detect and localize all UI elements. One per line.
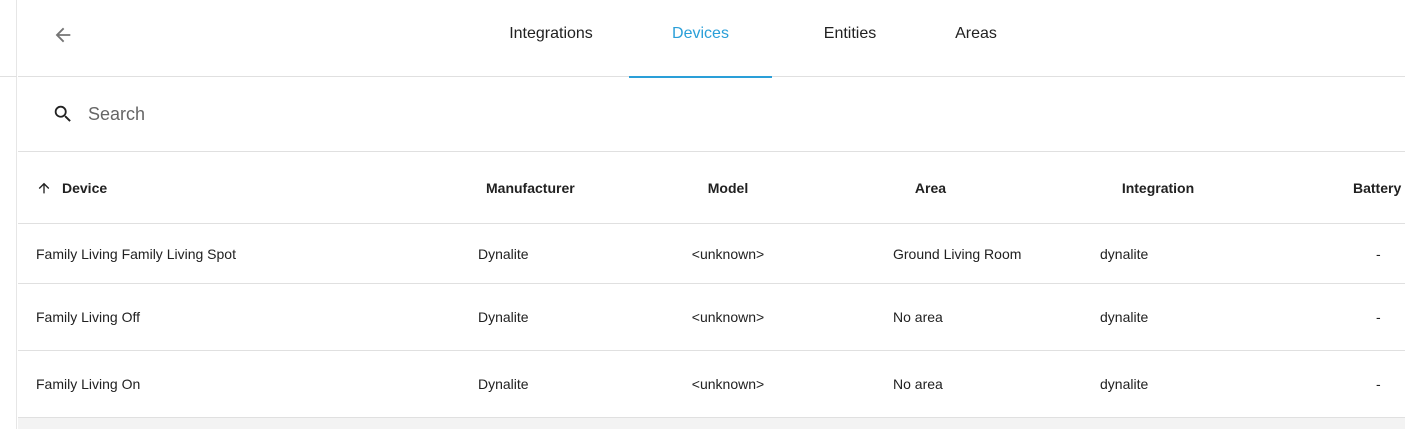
column-header-integration[interactable]: Integration: [1103, 152, 1213, 223]
column-header-label: Device: [62, 179, 108, 196]
arrow-up-icon: [38, 182, 50, 193]
column-header-model[interactable]: Model: [658, 152, 798, 223]
tabs-toolbar: Integrations Devices Entities Areas: [18, 0, 1405, 78]
area-cell: No area: [893, 376, 943, 392]
area-cell: Ground Living Room: [893, 245, 1022, 262]
tab-entities[interactable]: Entities: [780, 0, 920, 77]
integration-cell: dynalite: [1100, 376, 1149, 392]
arrow-left-icon: [55, 27, 71, 43]
main-content: Integrations Devices Entities Areas Sear…: [18, 0, 1405, 429]
device-name-cell: Family Living Off: [36, 309, 140, 325]
tab-areas[interactable]: Areas: [911, 0, 1041, 77]
column-header-manufacturer[interactable]: Manufacturer: [486, 152, 575, 223]
search-icon: [54, 105, 71, 122]
tab-devices[interactable]: Devices: [629, 0, 772, 78]
search-input[interactable]: [88, 101, 688, 127]
table-row[interactable]: Family Living Off Dynalite <unknown> No …: [18, 284, 1405, 351]
table-header-row: Device Manufacturer Model Area Integrati…: [18, 152, 1405, 224]
tab-integrations[interactable]: Integrations: [476, 0, 626, 77]
devices-page: Integrations Devices Entities Areas Sear…: [0, 0, 1405, 429]
battery-cell: -: [1376, 309, 1381, 325]
column-header-area[interactable]: Area: [858, 152, 1003, 223]
column-header-label: Model: [707, 179, 749, 196]
tab-label: Entities: [823, 25, 877, 42]
column-header-label: Area: [914, 179, 947, 196]
tab-label: Areas: [955, 25, 997, 42]
tab-label: Integrations: [509, 25, 593, 42]
model-cell: <unknown>: [691, 245, 765, 262]
model-cell: <unknown>: [691, 376, 765, 392]
manufacturer-cell: Dynalite: [478, 309, 529, 325]
sidebar-edge: [0, 0, 17, 429]
area-cell: No area: [893, 309, 943, 325]
device-name-cell: Family Living Family Living Spot: [36, 245, 236, 262]
column-header-battery[interactable]: Battery: [1353, 152, 1401, 223]
manufacturer-cell: Dynalite: [478, 376, 529, 392]
device-name-cell: Family Living On: [36, 376, 141, 392]
battery-cell: -: [1376, 245, 1381, 262]
devices-table: Device Manufacturer Model Area Integrati…: [18, 152, 1405, 418]
table-footer-strip: [18, 418, 1405, 429]
column-header-label: Integration: [1121, 179, 1195, 196]
tab-label: Devices: [672, 25, 729, 42]
table-row[interactable]: Family Living Family Living Spot Dynalit…: [18, 224, 1405, 284]
table-row[interactable]: Family Living On Dynalite <unknown> No a…: [18, 351, 1405, 418]
column-header-label: Battery: [1353, 179, 1402, 196]
sidebar-header-divider: [0, 0, 17, 77]
model-cell: <unknown>: [691, 309, 765, 325]
integration-cell: dynalite: [1100, 245, 1149, 262]
battery-cell: -: [1376, 376, 1381, 392]
column-header-device[interactable]: Device: [36, 152, 107, 223]
manufacturer-cell: Dynalite: [478, 245, 529, 262]
back-button[interactable]: [48, 20, 78, 50]
column-header-label: Manufacturer: [486, 179, 575, 196]
integration-cell: dynalite: [1100, 309, 1149, 325]
search-bar: [18, 77, 1405, 152]
